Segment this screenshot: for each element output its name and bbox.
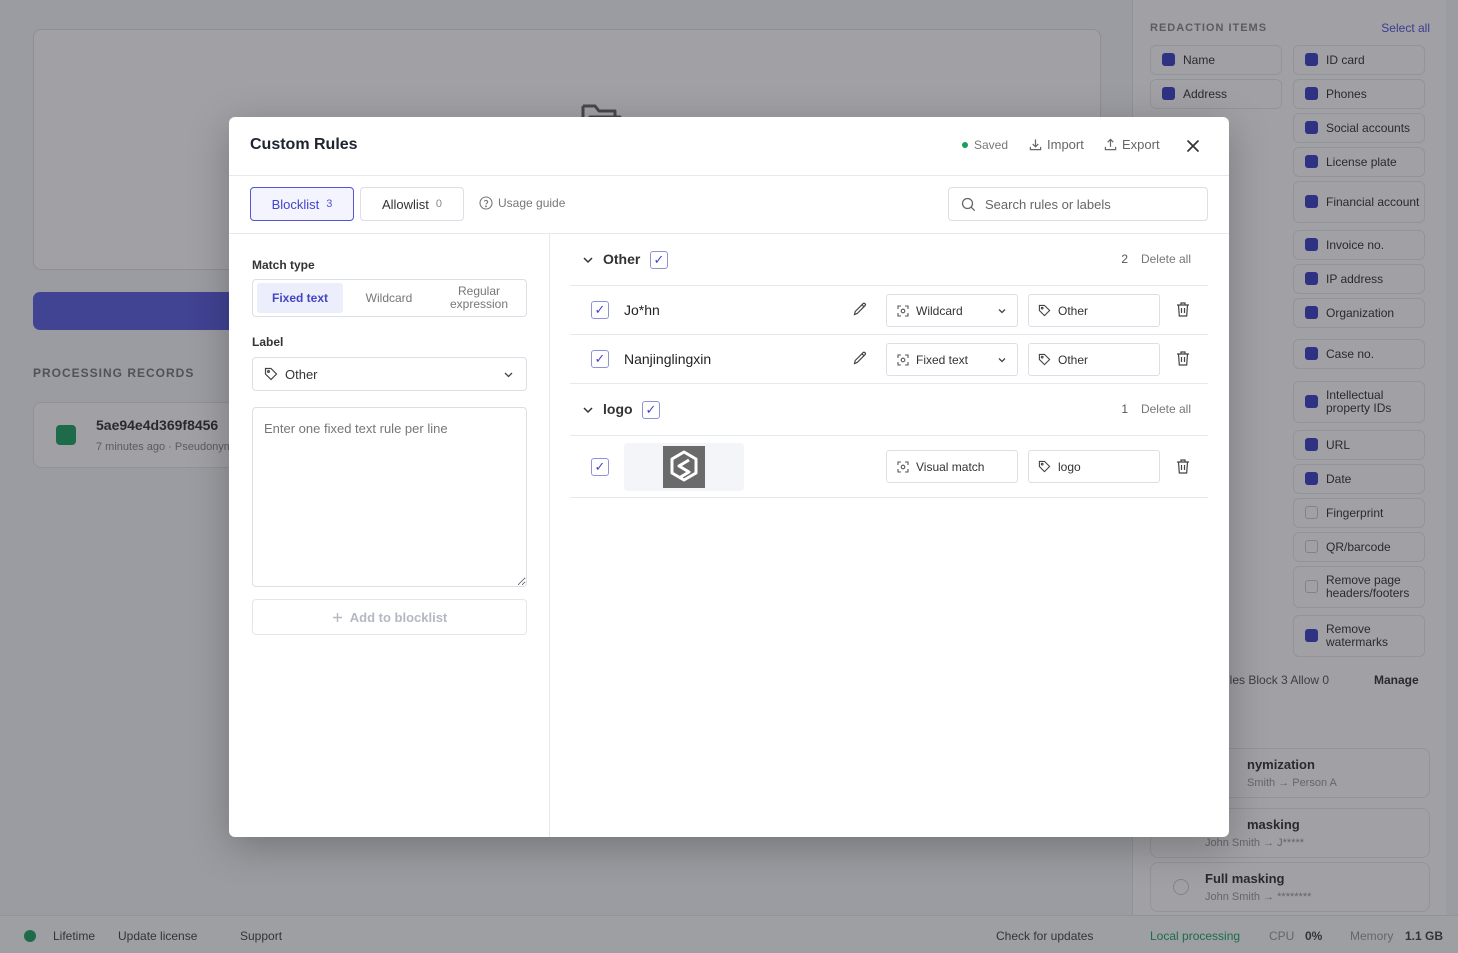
group-name: Other [603, 251, 641, 267]
saved-label: Saved [974, 138, 1009, 152]
label-select-value: Other [285, 366, 318, 382]
rule-checkbox[interactable]: ✓ [591, 301, 609, 319]
match-type-value: Visual match [916, 459, 985, 474]
add-to-blocklist-button[interactable]: Add to blocklist [252, 599, 527, 635]
rule-checkbox[interactable]: ✓ [591, 458, 609, 476]
export-label: Export [1122, 137, 1160, 152]
rules-textarea[interactable] [252, 407, 527, 587]
group-count: 1 [1121, 402, 1128, 416]
rule-label-value: Other [1058, 303, 1089, 318]
usage-guide-label: Usage guide [498, 196, 566, 210]
rule-text: Jo*hn [624, 302, 660, 318]
logo-image [663, 446, 705, 488]
scan-icon [897, 304, 909, 317]
chevron-down-icon [998, 358, 1006, 363]
logo-thumbnail [624, 443, 744, 491]
rules-list: Other ✓ 2 Delete all ✓ Jo*hn Wildcard Ot… [550, 234, 1229, 837]
match-type-label: Match type [252, 258, 315, 272]
add-button-label: Add to blocklist [349, 609, 448, 625]
group-checkbox[interactable]: ✓ [642, 401, 660, 419]
rule-label-value: Other [1058, 352, 1089, 367]
help-circle-icon [479, 196, 493, 210]
tag-icon [1038, 304, 1051, 317]
custom-rules-dialog: Custom Rules Saved Import Export Blockli… [229, 117, 1229, 837]
rule-group-header: logo ✓ 1 Delete all [570, 384, 1208, 436]
rule-checkbox[interactable]: ✓ [591, 350, 609, 368]
chevron-down-icon [998, 309, 1006, 314]
rule-label-field[interactable]: Other [1028, 294, 1160, 327]
chevron-down-icon [504, 372, 513, 378]
chevron-down-icon[interactable] [582, 404, 594, 416]
dialog-title: Custom Rules [250, 136, 358, 153]
pencil-icon[interactable] [852, 350, 868, 366]
search-icon [961, 197, 976, 211]
match-type-dropdown[interactable]: Visual match [886, 450, 1018, 483]
tab-blocklist[interactable]: Blocklist 3 [250, 187, 354, 221]
trash-icon[interactable] [1175, 458, 1191, 475]
download-icon [1029, 139, 1042, 151]
import-button[interactable]: Import [1029, 137, 1084, 152]
match-type-selector: Fixed text Wildcard Regular expression [252, 279, 527, 317]
rule-group-header: Other ✓ 2 Delete all [570, 234, 1208, 286]
match-type-wildcard[interactable]: Wildcard [345, 283, 433, 313]
group-checkbox[interactable]: ✓ [650, 251, 668, 269]
match-type-fixed-text[interactable]: Fixed text [257, 283, 343, 313]
rule-text: Nanjinglingxin [624, 351, 712, 367]
scan-icon [897, 460, 909, 473]
tab-count: 3 [326, 198, 333, 210]
trash-icon[interactable] [1175, 301, 1191, 318]
dialog-toolbar: Blocklist 3 Allowlist 0 Usage guide [229, 176, 1229, 234]
group-name: logo [603, 401, 633, 417]
add-rule-panel: Match type Fixed text Wildcard Regular e… [229, 234, 550, 837]
tag-icon [1038, 460, 1051, 473]
match-type-dropdown[interactable]: Fixed text [886, 343, 1018, 376]
upload-icon [1104, 138, 1117, 151]
label-label: Label [252, 335, 284, 349]
rule-row: ✓ Nanjinglingxin Fixed text Other [570, 335, 1208, 384]
match-type-dropdown[interactable]: Wildcard [886, 294, 1018, 327]
tab-count: 0 [435, 198, 443, 210]
export-button[interactable]: Export [1104, 137, 1160, 152]
tab-label: Blocklist [271, 196, 320, 212]
trash-icon[interactable] [1175, 350, 1191, 367]
delete-all-button[interactable]: Delete all [1141, 402, 1191, 416]
import-label: Import [1047, 137, 1084, 152]
rule-row: ✓ Jo*hn Wildcard Other [570, 286, 1208, 335]
close-icon[interactable] [1183, 136, 1203, 156]
match-type-value: Fixed text [916, 352, 969, 367]
match-type-regex[interactable]: Regular expression [435, 283, 523, 313]
dialog-header: Custom Rules Saved Import Export [229, 117, 1229, 176]
search-input[interactable] [985, 196, 1195, 212]
rule-label-value: logo [1058, 459, 1081, 474]
pencil-icon[interactable] [852, 301, 868, 317]
match-type-value: Wildcard [916, 303, 963, 318]
tab-label: Allowlist [381, 196, 429, 212]
group-count: 2 [1121, 252, 1128, 266]
delete-all-button[interactable]: Delete all [1141, 252, 1191, 266]
tag-icon [264, 367, 278, 381]
scan-icon [897, 353, 909, 366]
saved-status: Saved [962, 138, 1008, 152]
hexagon-logo-icon [670, 450, 698, 482]
label-select[interactable]: Other [252, 357, 527, 391]
rule-row: ✓ Visual match logo [570, 436, 1208, 498]
tab-allowlist[interactable]: Allowlist 0 [360, 187, 464, 221]
usage-guide-link[interactable]: Usage guide [479, 196, 565, 210]
saved-dot-icon [962, 142, 968, 148]
rule-label-field[interactable]: logo [1028, 450, 1160, 483]
tag-icon [1038, 353, 1051, 366]
rule-label-field[interactable]: Other [1028, 343, 1160, 376]
plus-icon [332, 612, 342, 622]
chevron-down-icon[interactable] [582, 254, 594, 266]
search-box[interactable] [948, 187, 1208, 221]
